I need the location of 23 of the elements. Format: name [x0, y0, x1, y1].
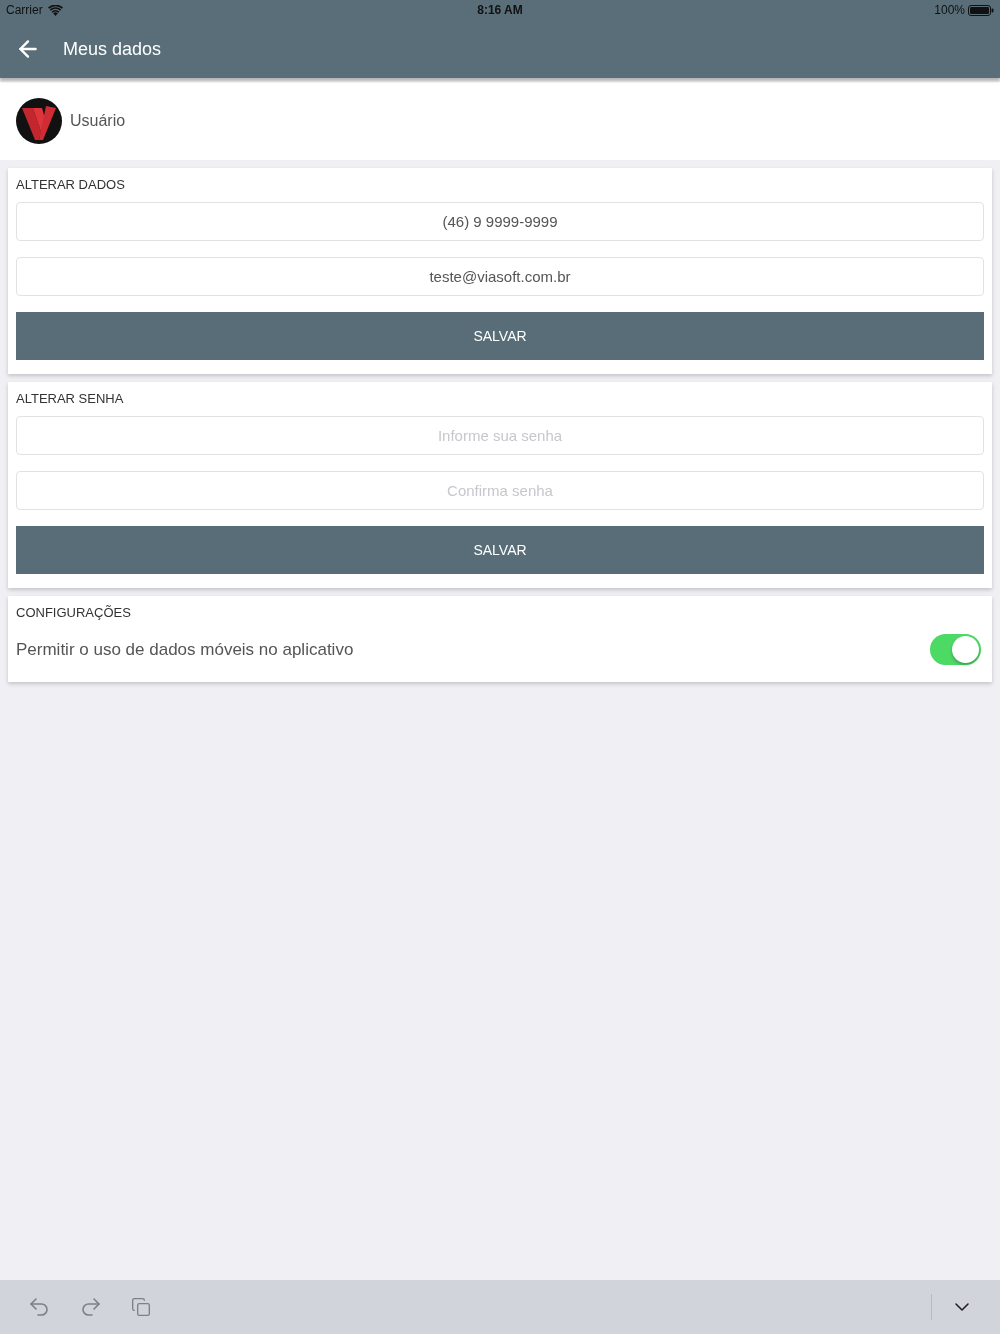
- page-title: Meus dados: [63, 37, 162, 61]
- battery-icon: [968, 4, 994, 16]
- wifi-icon: [47, 4, 63, 16]
- section-title: ALTERAR SENHA: [16, 391, 125, 407]
- logo-icon: [16, 98, 62, 144]
- section-title: CONFIGURAÇÕES: [16, 605, 132, 621]
- toggle-switch[interactable]: [930, 634, 981, 665]
- input-field[interactable]: Confirma senha: [16, 471, 984, 510]
- user-name: Usuário: [70, 111, 126, 131]
- input-field[interactable]: teste@viasoft.com.br: [16, 257, 984, 296]
- setting-label: Permitir o uso de dados móveis no aplicativo: [16, 638, 354, 661]
- battery-percent: 100%: [934, 2, 965, 19]
- copy-icon: [131, 1297, 151, 1317]
- save-button[interactable]: SALVAR: [16, 526, 984, 574]
- status-time: 8:16 AM: [477, 2, 523, 19]
- section-title: ALTERAR DADOS: [16, 177, 126, 193]
- paste-button[interactable]: [130, 1296, 152, 1318]
- input-field[interactable]: (46) 9 9999-9999: [16, 202, 984, 241]
- redo-icon: [79, 1295, 103, 1319]
- carrier-label: Carrier: [6, 2, 43, 19]
- input-field[interactable]: Informe sua senha: [16, 416, 984, 455]
- undo-icon: [27, 1295, 51, 1319]
- save-button[interactable]: SALVAR: [16, 312, 984, 360]
